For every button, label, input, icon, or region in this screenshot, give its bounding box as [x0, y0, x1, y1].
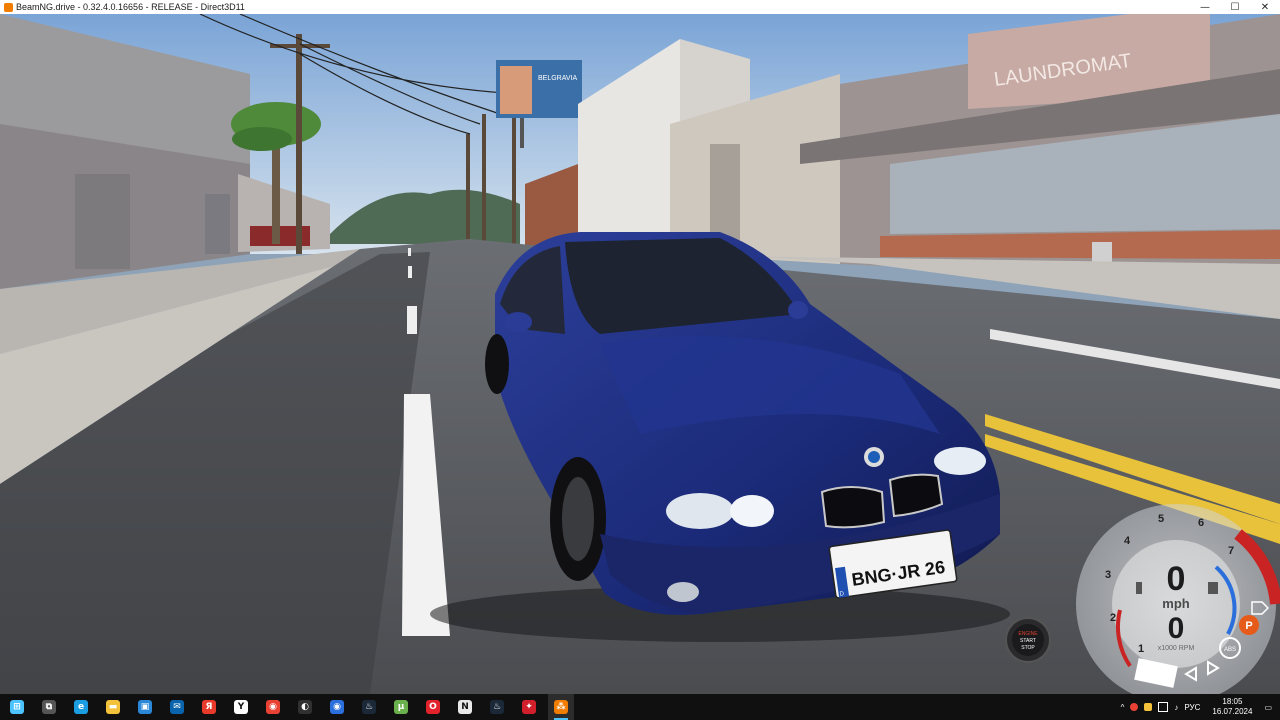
- taskbar-steam-button[interactable]: ♨: [484, 694, 510, 720]
- rpm-tick-1: 1: [1138, 643, 1144, 655]
- notifications-icon[interactable]: ▭: [1264, 703, 1272, 712]
- taskbar-yandex-browser-button[interactable]: Y: [228, 694, 254, 720]
- abs-label: ABS: [1224, 647, 1236, 653]
- maximize-button[interactable]: ☐: [1220, 0, 1250, 14]
- windows-taskbar: ⊞ ⧉ e ▬ ▣ ✉ Я Y ◉ ◐ ◉ ♨ µ O N ♨ ✦ ⁂: [0, 694, 1280, 720]
- taskbar-steam-button[interactable]: ♨: [356, 694, 382, 720]
- taskbar-edge-button[interactable]: e: [68, 694, 94, 720]
- rpm-tick-6: 6: [1198, 517, 1204, 529]
- taskbar-red-app-button[interactable]: ✦: [516, 694, 542, 720]
- clock[interactable]: 18:05 16.07.2024: [1209, 697, 1255, 717]
- taskbar-windows-button[interactable]: ⊞: [4, 694, 30, 720]
- opera-icon: O: [426, 700, 440, 714]
- taskbar-file-explorer-button[interactable]: ▬: [100, 694, 126, 720]
- tray-app-icon-2[interactable]: [1144, 703, 1153, 711]
- fuel-icon: [1208, 582, 1218, 594]
- beamng-app-icon: [4, 2, 13, 12]
- taskbar-notion-button[interactable]: N: [452, 694, 478, 720]
- close-button[interactable]: ✕: [1250, 0, 1280, 14]
- tray-chevron-icon[interactable]: ^: [1121, 703, 1125, 712]
- edge-icon: e: [74, 700, 88, 714]
- store-icon: ▣: [138, 700, 152, 714]
- stop-label: STOP: [1021, 645, 1035, 651]
- billboard-text: BELGRAVIA: [538, 75, 577, 82]
- chrome-icon: ◉: [266, 700, 280, 714]
- speed-unit: mph: [1162, 596, 1190, 611]
- file-explorer-icon: ▬: [106, 700, 120, 714]
- language-indicator[interactable]: РУС: [1184, 703, 1200, 712]
- minimize-button[interactable]: —: [1190, 0, 1220, 14]
- yandex-browser-icon: Y: [234, 700, 248, 714]
- taskbar-yandex-button[interactable]: Я: [196, 694, 222, 720]
- taskbar-utorrent-button[interactable]: µ: [388, 694, 414, 720]
- taskbar-media-app-button[interactable]: ◉: [324, 694, 350, 720]
- rpm-unit: x1000 RPM: [1158, 645, 1195, 652]
- steam-icon: ♨: [362, 700, 376, 714]
- parking-brake-indicator: P: [1239, 615, 1259, 635]
- taskbar-opera-button[interactable]: O: [420, 694, 446, 720]
- yandex-icon: Я: [202, 700, 216, 714]
- engine-start-stop-button[interactable]: ENGINE START STOP: [1005, 617, 1051, 663]
- clock-date: 16.07.2024: [1212, 707, 1253, 716]
- tray-app-icon-1[interactable]: [1130, 703, 1139, 711]
- mail-icon: ✉: [170, 700, 184, 714]
- rpm-tick-4: 4: [1124, 535, 1131, 547]
- taskbar-mail-button[interactable]: ✉: [164, 694, 190, 720]
- game-viewport[interactable]: BELGRAVIA LAUNDROMAT D BNG·JR 26 ENGINE …: [0, 14, 1280, 694]
- engine-label: ENGINE: [1018, 631, 1038, 637]
- temperature-icon: [1136, 582, 1142, 594]
- rpm-tick-3: 3: [1105, 569, 1111, 581]
- volume-icon[interactable]: ♪: [1174, 703, 1178, 712]
- taskbar-beamng-button[interactable]: ⁂: [548, 694, 574, 720]
- steam-icon-2: ♨: [490, 700, 504, 714]
- taskbar-obs-button[interactable]: ◐: [292, 694, 318, 720]
- notion-icon: N: [458, 700, 472, 714]
- taskbar-task-view-button[interactable]: ⧉: [36, 694, 62, 720]
- rpm-tick-2: 2: [1110, 612, 1116, 624]
- rpm-value: 0: [1168, 612, 1185, 645]
- start-label: START: [1020, 638, 1036, 644]
- rpm-tick-5: 5: [1158, 513, 1164, 525]
- parking-label: P: [1245, 620, 1252, 632]
- window-title: BeamNG.drive - 0.32.4.0.16656 - RELEASE …: [16, 2, 245, 12]
- clock-time: 18:05: [1222, 697, 1243, 706]
- gear-indicator: 0: [1167, 560, 1186, 598]
- media-app-icon: ◉: [330, 700, 344, 714]
- task-view-icon: ⧉: [42, 700, 56, 714]
- beamng-icon: ⁂: [554, 700, 568, 714]
- system-tray: ^ ♪ РУС 18:05 16.07.2024 ▭: [1118, 694, 1280, 720]
- taskbar-chrome-button[interactable]: ◉: [260, 694, 286, 720]
- rpm-tick-7: 7: [1228, 545, 1234, 557]
- obs-icon: ◐: [298, 700, 312, 714]
- network-icon[interactable]: [1158, 702, 1169, 712]
- red-app-icon: ✦: [522, 700, 536, 714]
- windows-icon: ⊞: [10, 700, 24, 714]
- utorrent-icon: µ: [394, 700, 408, 714]
- window-titlebar[interactable]: BeamNG.drive - 0.32.4.0.16656 - RELEASE …: [0, 0, 1280, 14]
- taskbar-store-button[interactable]: ▣: [132, 694, 158, 720]
